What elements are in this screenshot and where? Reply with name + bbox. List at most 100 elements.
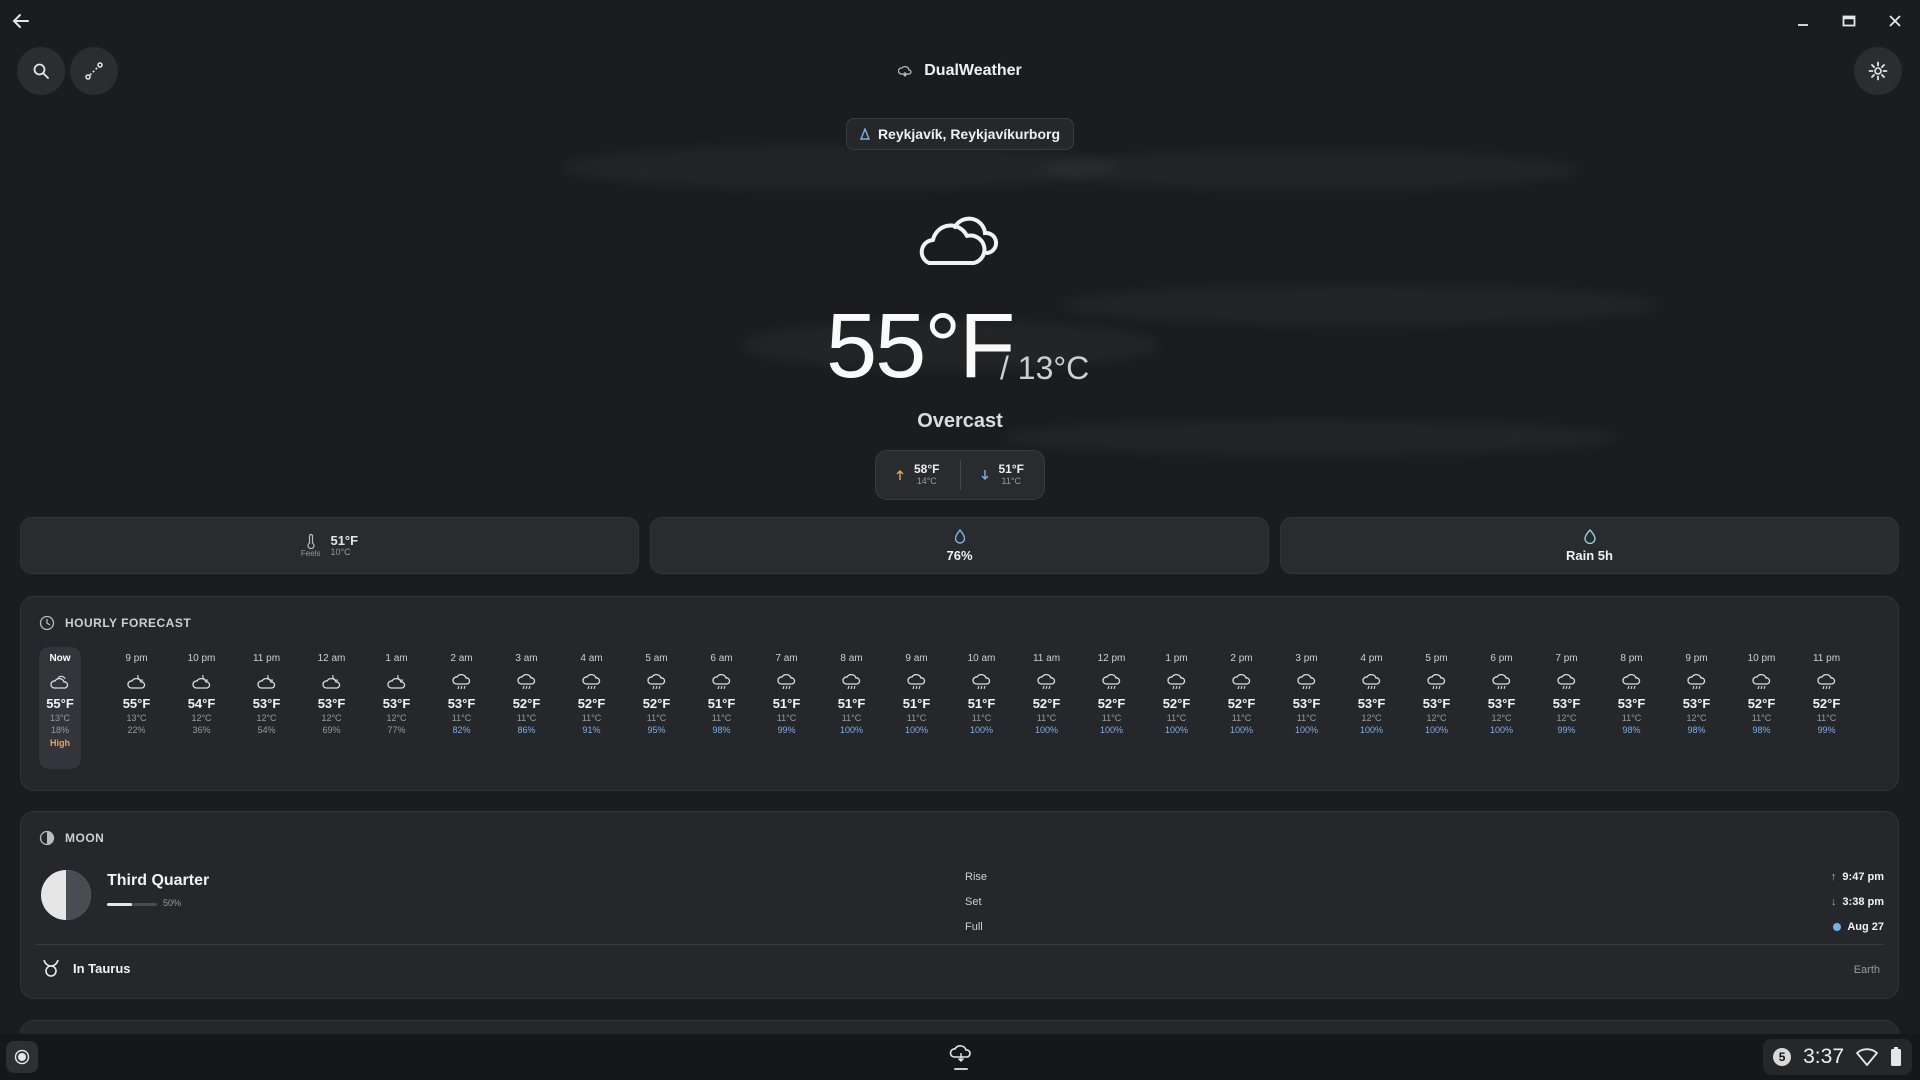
minimize-button[interactable]	[1788, 8, 1818, 34]
hour-precip-chance: 36%	[192, 725, 211, 735]
humidity-card[interactable]: 76%	[650, 517, 1269, 574]
hourly-item[interactable]: 11 pm 53°F 12°C 54%	[234, 647, 299, 769]
taskbar-app-dualweather[interactable]	[947, 1040, 975, 1074]
maximize-button[interactable]	[1834, 8, 1864, 34]
hourly-item[interactable]: 12 pm 52°F 11°C 100%	[1079, 647, 1144, 769]
moonset-row: Set ↓ 3:38 pm	[965, 889, 1884, 914]
hourly-forecast-panel: HOURLY FORECAST Now 55°F 13°C 18% High 9 pm 55…	[20, 596, 1899, 791]
cloud-rain-icon	[1426, 673, 1445, 690]
rain-card[interactable]: Rain 5h	[1280, 517, 1899, 574]
hourly-item[interactable]: 3 am 52°F 11°C 86%	[494, 647, 559, 769]
full-moon-row: Full Aug 27	[965, 914, 1884, 939]
hourly-item[interactable]: 7 am 51°F 11°C 99%	[754, 647, 819, 769]
moon-title: MOON	[65, 831, 105, 845]
cloud-rain-icon	[971, 673, 990, 690]
low-temp: 51°F 11°C	[961, 463, 1045, 486]
launcher-button[interactable]	[6, 1041, 38, 1073]
rain-droplet-icon	[1583, 528, 1596, 544]
hourly-item[interactable]: 5 am 52°F 11°C 95%	[624, 647, 689, 769]
hour-temp-c: 12°C	[1556, 713, 1577, 723]
hourly-item[interactable]: 9 am 51°F 11°C 100%	[884, 647, 949, 769]
moon-illumination-fill	[107, 903, 132, 906]
hourly-item[interactable]: 10 pm 54°F 12°C 36%	[169, 647, 234, 769]
moon-phase-name: Third Quarter	[107, 872, 210, 889]
moonrise-label: Rise	[965, 870, 988, 883]
hourly-item[interactable]: 1 am 53°F 12°C 77%	[364, 647, 429, 769]
divider	[35, 944, 1884, 945]
app-logo-icon	[898, 66, 912, 77]
hourly-item[interactable]: 5 pm 53°F 12°C 100%	[1404, 647, 1469, 769]
hourly-item[interactable]: 6 am 51°F 11°C 98%	[689, 647, 754, 769]
location-selector[interactable]: Reykjavík, Reykjavíkurborg	[846, 118, 1074, 150]
bg-cloud-haze	[1040, 150, 1580, 190]
hourly-item[interactable]: 9 pm 53°F 12°C 98%	[1664, 647, 1729, 769]
hourly-item[interactable]: 2 am 53°F 11°C 82%	[429, 647, 494, 769]
hour-temp-f: 53°F	[1552, 696, 1581, 711]
hourly-item[interactable]: 2 pm 52°F 11°C 100%	[1209, 647, 1274, 769]
hourly-item[interactable]: 10 am 51°F 11°C 100%	[949, 647, 1014, 769]
cloud-rain-icon	[1816, 673, 1835, 690]
hourly-item[interactable]: 11 pm 52°F 11°C 99%	[1794, 647, 1859, 769]
hour-time: 5 am	[645, 653, 668, 664]
hour-temp-f: 51°F	[837, 696, 866, 711]
close-button[interactable]	[1880, 8, 1910, 34]
hour-time: 9 am	[905, 653, 928, 664]
hourly-item[interactable]: 4 am 52°F 11°C 91%	[559, 647, 624, 769]
hour-time: 4 am	[580, 653, 603, 664]
droplet-icon	[954, 528, 965, 544]
hourly-item[interactable]: 6 pm 53°F 12°C 100%	[1469, 647, 1534, 769]
hour-time: 5 pm	[1425, 653, 1448, 664]
hourly-item[interactable]: 12 am 53°F 12°C 69%	[299, 647, 364, 769]
moonrise-time: 9:47 pm	[1842, 870, 1884, 883]
arrow-down-icon: ↓	[1830, 895, 1837, 908]
hour-temp-c: 11°C	[971, 713, 992, 723]
hour-temp-f: 53°F	[1487, 696, 1516, 711]
hour-temp-c: 12°C	[1491, 713, 1512, 723]
hour-time: 4 pm	[1360, 653, 1383, 664]
hour-temp-c: 12°C	[386, 713, 407, 723]
full-moon-date: Aug 27	[1847, 920, 1884, 933]
feels-label: Feels	[300, 549, 321, 558]
hour-time: 6 am	[710, 653, 733, 664]
hourly-item[interactable]: 7 pm 53°F 12°C 99%	[1534, 647, 1599, 769]
hour-time: 2 pm	[1230, 653, 1253, 664]
hour-precip-chance: 91%	[582, 725, 601, 735]
hour-precip-chance: 100%	[904, 725, 929, 735]
hour-temp-c: 11°C	[1166, 713, 1187, 723]
moon-illumination-bar	[107, 903, 157, 906]
hour-precip-chance: 100%	[839, 725, 864, 735]
notification-badge[interactable]: 5	[1773, 1048, 1792, 1066]
hour-time: 7 am	[775, 653, 798, 664]
cloud-moon-icon	[386, 674, 405, 689]
hourly-item[interactable]: 1 pm 52°F 11°C 100%	[1144, 647, 1209, 769]
high-temp: 58°F 14°C	[876, 463, 960, 486]
hourly-item-now[interactable]: Now 55°F 13°C 18% High	[39, 647, 81, 769]
moonset-time: 3:38 pm	[1842, 895, 1884, 908]
hourly-item[interactable]: 4 pm 53°F 12°C 100%	[1339, 647, 1404, 769]
cloud-rain-icon	[776, 673, 795, 690]
hour-time: Now	[49, 653, 71, 664]
hour-time: 1 pm	[1165, 653, 1188, 664]
hourly-item[interactable]: 11 am 52°F 11°C 100%	[1014, 647, 1079, 769]
feels-like-card[interactable]: Feels 51°F 10°C	[20, 517, 639, 574]
active-indicator	[954, 1068, 968, 1070]
hourly-forecast-list[interactable]: Now 55°F 13°C 18% High 9 pm 55°F 13°C 22% 10 pm 54…	[39, 647, 1880, 769]
moon-panel: MOON Third Quarter 50% Rise ↑ 9:47 pm Set…	[20, 811, 1899, 999]
hour-temp-f: 55°F	[46, 696, 74, 711]
clock: 3:37	[1803, 1045, 1844, 1068]
hourly-item[interactable]: 9 pm 55°F 13°C 22%	[104, 647, 169, 769]
hourly-item[interactable]: 8 pm 53°F 11°C 98%	[1599, 647, 1664, 769]
hour-precip-chance: 69%	[322, 725, 341, 735]
hour-temp-c: 11°C	[1036, 713, 1057, 723]
low-temp-f: 51°F	[998, 462, 1024, 477]
hourly-item[interactable]: 10 pm 52°F 11°C 98%	[1729, 647, 1794, 769]
hour-time: 11 pm	[1812, 653, 1841, 664]
close-icon	[1889, 15, 1901, 27]
system-tray[interactable]: 5 3:37	[1763, 1039, 1912, 1075]
back-button[interactable]	[8, 8, 34, 34]
cloud-rain-icon	[451, 673, 470, 690]
hourly-item[interactable]: 3 pm 53°F 11°C 100%	[1274, 647, 1339, 769]
hourly-item[interactable]: 8 am 51°F 11°C 100%	[819, 647, 884, 769]
hour-precip-chance: 100%	[1489, 725, 1514, 735]
hour-time: 3 am	[515, 653, 538, 664]
